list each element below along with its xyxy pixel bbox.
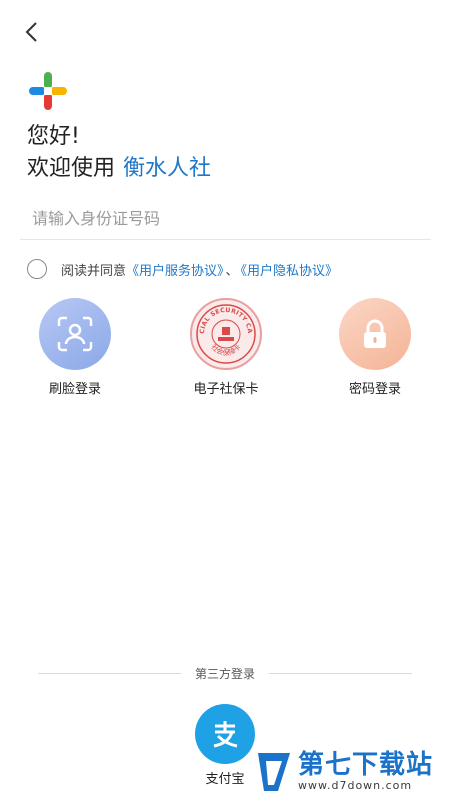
brand-name: 衡水人社 xyxy=(123,156,212,181)
divider-line-right xyxy=(269,672,413,674)
lock-icon xyxy=(364,319,386,348)
watermark: 第七下载站 www.d7down.com xyxy=(256,748,446,796)
social-security-card-label: 电子社保卡 xyxy=(193,382,259,397)
id-number-input[interactable] xyxy=(20,198,431,240)
welcome-text: 欢迎使用 xyxy=(27,156,116,181)
third-party-divider: 第三方登录 xyxy=(38,664,413,682)
terms-of-service-link[interactable]: 《用户服务协议》 xyxy=(126,264,224,279)
agreement-checkbox[interactable] xyxy=(27,259,47,279)
agreement-separator: 、 xyxy=(225,263,239,279)
password-login-label: 密码登录 xyxy=(348,382,401,397)
social-security-circle: SOCIAL SECURITY CARD 社会保障卡 xyxy=(190,298,262,370)
privacy-policy-link[interactable]: 《用户隐私协议》 xyxy=(241,264,339,279)
colorful-plus-logo xyxy=(29,72,67,110)
chevron-left-icon xyxy=(25,22,37,42)
password-login-button[interactable]: 密码登录 xyxy=(330,298,420,397)
watermark-title: 第七下载站 xyxy=(298,750,434,780)
social-security-card-seal: SOCIAL SECURITY CARD 社会保障卡 xyxy=(193,301,256,364)
face-login-label: 刷脸登录 xyxy=(48,382,101,397)
agreement-text: 阅读并同意《用户服务协议》、《用户隐私协议》 xyxy=(61,260,338,279)
alipay-circle xyxy=(195,704,255,764)
agreement-prefix: 阅读并同意 xyxy=(61,263,127,279)
face-scan-icon xyxy=(57,316,93,352)
divider-line-left xyxy=(38,672,181,674)
password-login-circle xyxy=(339,298,411,370)
alipay-login-button[interactable]: 支付宝 xyxy=(188,704,262,787)
greeting-hello: 您好! xyxy=(27,124,80,149)
back-button[interactable] xyxy=(20,18,48,46)
face-login-button[interactable]: 刷脸登录 xyxy=(30,298,120,397)
third-party-label: 第三方登录 xyxy=(195,666,256,681)
alipay-icon xyxy=(213,721,238,748)
greeting-welcome: 欢迎使用 衡水人社 xyxy=(27,150,211,182)
agreement-row: 阅读并同意《用户服务协议》、《用户隐私协议》 xyxy=(27,258,338,280)
watermark-texts: 第七下载站 www.d7down.com xyxy=(298,751,433,793)
social-security-card-button[interactable]: SOCIAL SECURITY CARD 社会保障卡 电子社保卡 xyxy=(181,298,271,397)
app-logo xyxy=(27,70,69,112)
watermark-logo-icon xyxy=(258,753,290,791)
face-login-circle xyxy=(39,298,111,370)
watermark-url: www.d7down.com xyxy=(298,779,413,792)
alipay-label: 支付宝 xyxy=(205,772,245,787)
